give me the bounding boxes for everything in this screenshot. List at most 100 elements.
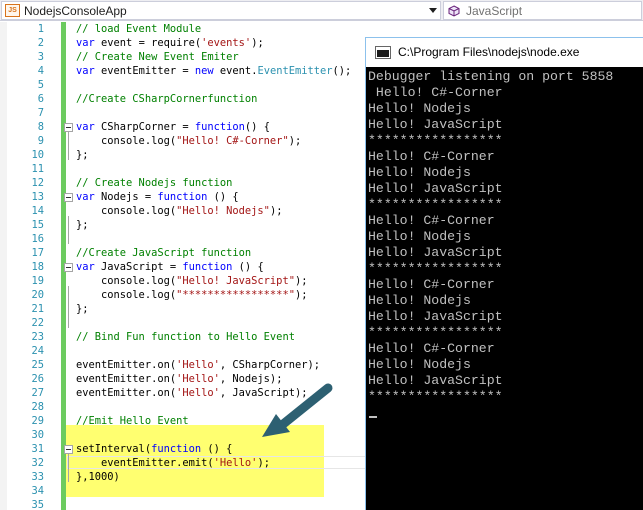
console-output-line: Hello! JavaScript: [368, 181, 503, 196]
line-number: 23: [31, 331, 44, 343]
line-number: 7: [37, 107, 44, 119]
code-token: );: [269, 205, 283, 217]
code-token: setInterval(: [76, 443, 152, 455]
code-text: //Create CSharpCornerfunction: [76, 92, 257, 106]
line-number: 26: [31, 373, 44, 385]
code-token: console.log(: [76, 275, 177, 287]
navigation-bar: JS NodejsConsoleApp JavaScript: [0, 0, 643, 21]
code-line[interactable]: 1 // load Event Module: [0, 22, 643, 36]
code-token: () {: [244, 121, 270, 133]
code-token: // load Event Module: [76, 23, 202, 35]
code-token: 'Hello': [213, 457, 258, 469]
line-number: 3: [37, 51, 44, 63]
code-token: , CSharpCorner);: [219, 359, 320, 371]
code-text: //Create JavaScript function: [76, 246, 251, 260]
line-number: 21: [31, 303, 44, 315]
line-number: 2: [37, 37, 44, 49]
collapse-icon[interactable]: [64, 123, 73, 132]
project-name: NodejsConsoleApp: [24, 3, 127, 18]
chevron-down-icon[interactable]: [429, 8, 437, 13]
collapse-icon[interactable]: [64, 445, 73, 454]
line-number: 28: [31, 401, 44, 413]
code-token: eventEmitter.on(: [76, 359, 177, 371]
line-number: 24: [31, 345, 44, 357]
scope-name: JavaScript: [466, 3, 523, 18]
code-text: //Emit Hello Event: [76, 414, 189, 428]
console-output-line: *****************: [368, 197, 503, 212]
code-token: "Hello! JavaScript": [176, 275, 295, 287]
line-number: 11: [31, 163, 44, 175]
code-token: );: [294, 275, 308, 287]
line-number: 29: [31, 415, 44, 427]
code-token: () {: [201, 443, 233, 455]
code-token: );: [257, 457, 270, 469]
code-token: 'Hello': [176, 387, 220, 399]
code-token: console.log(: [76, 205, 177, 217]
console-output-line: *****************: [368, 389, 503, 404]
code-token: };: [76, 303, 89, 315]
code-token: () {: [232, 261, 264, 273]
line-number: 17: [31, 247, 44, 259]
code-token: function: [151, 443, 202, 455]
code-token: };: [76, 219, 89, 231]
collapse-icon[interactable]: [64, 263, 73, 272]
code-token: //Create CSharpCornerfunction: [76, 93, 258, 105]
code-token: JavaScript =: [94, 261, 183, 273]
line-number: 33: [31, 471, 44, 483]
code-token: CSharpCorner =: [94, 121, 195, 133]
code-token: // Bind Fun function to Hello Event: [76, 331, 295, 343]
console-output-line: *****************: [368, 133, 503, 148]
code-token: // Create New Event Emiter: [76, 51, 239, 63]
scope-dropdown[interactable]: JavaScript: [443, 1, 642, 20]
line-number: 30: [31, 429, 44, 441]
line-number: 5: [37, 79, 44, 91]
code-token: };: [76, 149, 89, 161]
code-token: eventEmitter.on(: [76, 387, 177, 399]
line-number: 9: [37, 135, 44, 147]
line-number: 15: [31, 219, 44, 231]
code-token: event.: [213, 65, 258, 77]
line-number: 20: [31, 289, 44, 301]
console-output-line: Hello! C#-Corner: [368, 277, 495, 292]
code-text: console.log("*****************");: [76, 288, 307, 302]
code-token: Nodejs =: [94, 191, 158, 203]
console-output-line: Hello! JavaScript: [368, 373, 503, 388]
line-number: 12: [31, 177, 44, 189]
console-output[interactable]: Debugger listening on port 5858 Hello! C…: [366, 67, 643, 510]
code-text: eventEmitter.on('Hello', JavaScript);: [76, 386, 307, 400]
code-text: eventEmitter.emit('Hello');: [76, 456, 270, 470]
line-number: 22: [31, 317, 44, 329]
code-token: function: [194, 121, 245, 133]
code-text: var Nodejs = function () {: [76, 190, 239, 204]
code-token: function: [182, 261, 233, 273]
project-dropdown[interactable]: JS NodejsConsoleApp: [1, 1, 441, 20]
code-text: };: [76, 218, 89, 232]
code-token: var: [76, 37, 95, 49]
js-project-icon: JS: [5, 4, 20, 17]
code-token: console.log(: [76, 135, 177, 147]
code-text: };: [76, 148, 89, 162]
console-output-line: Hello! Nodejs: [368, 293, 471, 308]
code-text: // load Event Module: [76, 22, 201, 36]
code-token: var: [76, 65, 95, 77]
code-text: // Bind Fun function to Hello Event: [76, 330, 295, 344]
line-number: 13: [31, 191, 44, 203]
collapse-icon[interactable]: [64, 193, 73, 202]
code-token: var: [76, 191, 95, 203]
code-text: // Create New Event Emiter: [76, 50, 239, 64]
code-token: , JavaScript);: [219, 387, 308, 399]
line-number: 32: [31, 457, 44, 469]
code-text: };: [76, 302, 89, 316]
code-text: var JavaScript = function () {: [76, 260, 264, 274]
line-number: 6: [37, 93, 44, 105]
cube-icon: [448, 4, 460, 17]
code-token: );: [288, 135, 302, 147]
console-titlebar[interactable]: C:\Program Files\nodejs\node.exe: [366, 38, 643, 67]
line-number: 8: [37, 121, 44, 133]
line-number: 25: [31, 359, 44, 371]
code-text: var CSharpCorner = function() {: [76, 120, 270, 134]
console-output-line: Hello! JavaScript: [368, 245, 503, 260]
console-window[interactable]: C:\Program Files\nodejs\node.exe Debugge…: [365, 37, 643, 510]
line-number: 1: [37, 23, 44, 35]
code-token: "*****************": [176, 289, 295, 301]
